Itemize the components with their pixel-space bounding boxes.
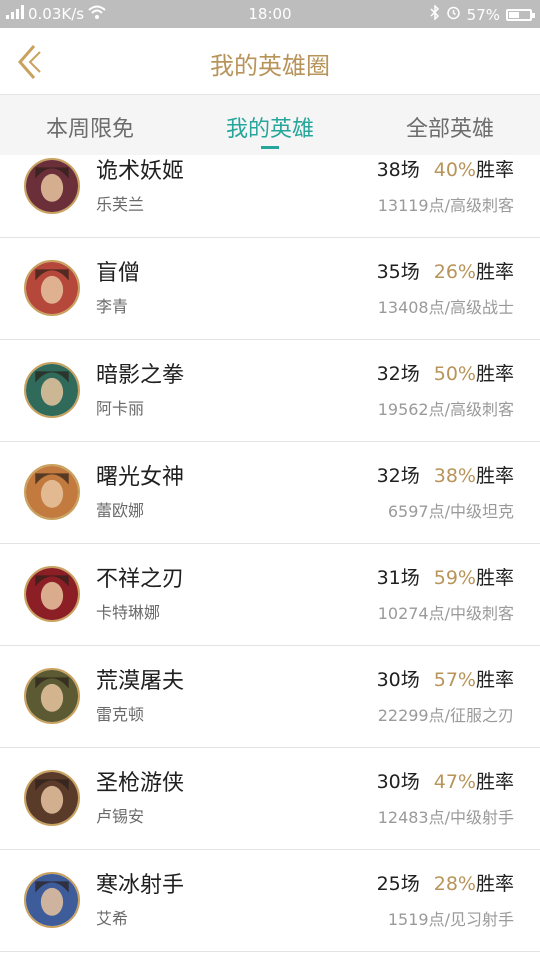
games-played: 32场 (376, 363, 420, 385)
battery-icon (506, 8, 535, 21)
active-tab-indicator (261, 146, 279, 149)
page-title: 我的英雄圈 (210, 52, 330, 80)
hero-points-rank: 12483点/中级射手 (377, 808, 514, 827)
hero-row[interactable]: 荒漠屠夫 雷克顿 30场 57%胜率 22299点/征服之刃 (0, 647, 540, 748)
hero-points-rank: 10274点/中级刺客 (377, 604, 514, 623)
tab-my-heroes[interactable]: 我的英雄 (180, 111, 360, 143)
hero-points-rank: 13119点/高级刺客 (377, 196, 514, 215)
alarm-icon (446, 5, 461, 24)
hero-title: 盲僧 (96, 261, 141, 286)
hero-row[interactable]: 暗影之拳 阿卡丽 32场 50%胜率 19562点/高级刺客 (0, 341, 540, 442)
hero-stats: 30场 57%胜率 (377, 665, 514, 692)
bluetooth-icon (430, 4, 440, 24)
hero-title: 寒冰射手 (96, 873, 185, 898)
hero-points-rank: 13408点/高级战士 (377, 298, 514, 317)
hero-row[interactable]: 不祥之刃 卡特琳娜 31场 59%胜率 10274点/中级刺客 (0, 545, 540, 646)
win-rate-value: 38% (433, 465, 476, 487)
hero-avatar (24, 260, 80, 316)
hero-avatar (24, 566, 80, 622)
hero-stats: 30场 47%胜率 (377, 767, 514, 794)
hero-stats: 38场 40%胜率 (377, 155, 514, 182)
hero-points-rank: 1519点/见习射手 (387, 910, 514, 929)
header: 我的英雄圈 (0, 28, 540, 95)
win-rate-label: 胜率 (475, 669, 514, 691)
hero-title: 暗影之拳 (96, 363, 185, 388)
hero-row[interactable]: 曙光女神 蕾欧娜 32场 38%胜率 6597点/中级坦克 (0, 443, 540, 544)
win-rate-value: 26% (433, 261, 476, 283)
tab-weekly-free[interactable]: 本周限免 (0, 111, 180, 143)
hero-name: 李青 (96, 297, 129, 316)
hero-stats: 25场 28%胜率 (377, 869, 514, 896)
hero-title: 不祥之刃 (96, 567, 185, 592)
games-played: 32场 (376, 465, 420, 487)
win-rate-value: 40% (433, 159, 476, 181)
hero-avatar (24, 464, 80, 520)
hero-name: 艾希 (96, 909, 129, 928)
win-rate-value: 28% (433, 873, 476, 895)
hero-points-rank: 19562点/高级刺客 (377, 400, 514, 419)
hero-stats: 32场 38%胜率 (377, 461, 514, 488)
hero-points-rank: 6597点/中级坦克 (387, 502, 514, 521)
win-rate-label: 胜率 (475, 567, 514, 589)
hero-name: 蕾欧娜 (96, 501, 145, 520)
win-rate-value: 59% (433, 567, 476, 589)
hero-title: 诡术妖姬 (96, 159, 185, 184)
hero-name: 卢锡安 (96, 807, 145, 826)
win-rate-label: 胜率 (475, 363, 514, 385)
win-rate-label: 胜率 (475, 465, 514, 487)
status-bar: 0.03K/s 18:00 57% (0, 0, 540, 28)
hero-row[interactable]: 寒冰射手 艾希 25场 28%胜率 1519点/见习射手 (0, 851, 540, 952)
hero-stats: 35场 26%胜率 (377, 257, 514, 284)
win-rate-label: 胜率 (475, 771, 514, 793)
hero-row[interactable]: 圣枪游侠 卢锡安 30场 47%胜率 12483点/中级射手 (0, 749, 540, 850)
games-played: 25场 (376, 873, 420, 895)
hero-points-rank: 22299点/征服之刃 (377, 706, 514, 725)
hero-stats: 32场 50%胜率 (377, 359, 514, 386)
hero-title: 荒漠屠夫 (96, 669, 185, 694)
games-played: 30场 (376, 771, 420, 793)
hero-row[interactable]: 诡术妖姬 乐芙兰 38场 40%胜率 13119点/高级刺客 (0, 155, 540, 238)
games-played: 30场 (376, 669, 420, 691)
win-rate-label: 胜率 (475, 159, 514, 181)
hero-stats: 31场 59%胜率 (377, 563, 514, 590)
hero-avatar (24, 668, 80, 724)
hero-title: 曙光女神 (96, 465, 185, 490)
hero-name: 雷克顿 (96, 705, 145, 724)
hero-name: 阿卡丽 (96, 399, 145, 418)
hero-row[interactable]: 盲僧 李青 35场 26%胜率 13408点/高级战士 (0, 239, 540, 340)
games-played: 38场 (376, 159, 420, 181)
status-right: 57% (430, 4, 535, 24)
win-rate-label: 胜率 (475, 261, 514, 283)
win-rate-value: 47% (433, 771, 476, 793)
hero-name: 乐芙兰 (96, 195, 145, 214)
games-played: 35场 (376, 261, 420, 283)
tab-all-heroes[interactable]: 全部英雄 (360, 111, 540, 143)
hero-name: 卡特琳娜 (96, 603, 161, 622)
win-rate-value: 50% (433, 363, 476, 385)
win-rate-value: 57% (433, 669, 476, 691)
hero-title: 圣枪游侠 (96, 771, 185, 796)
games-played: 31场 (376, 567, 420, 589)
hero-list[interactable]: 诡术妖姬 乐芙兰 38场 40%胜率 13119点/高级刺客 盲僧 李青 35场 2… (0, 155, 540, 960)
hero-avatar (24, 158, 80, 214)
battery-percent: 57% (466, 5, 500, 24)
hero-avatar (24, 770, 80, 826)
hero-avatar (24, 872, 80, 928)
hero-avatar (24, 362, 80, 418)
win-rate-label: 胜率 (475, 873, 514, 895)
